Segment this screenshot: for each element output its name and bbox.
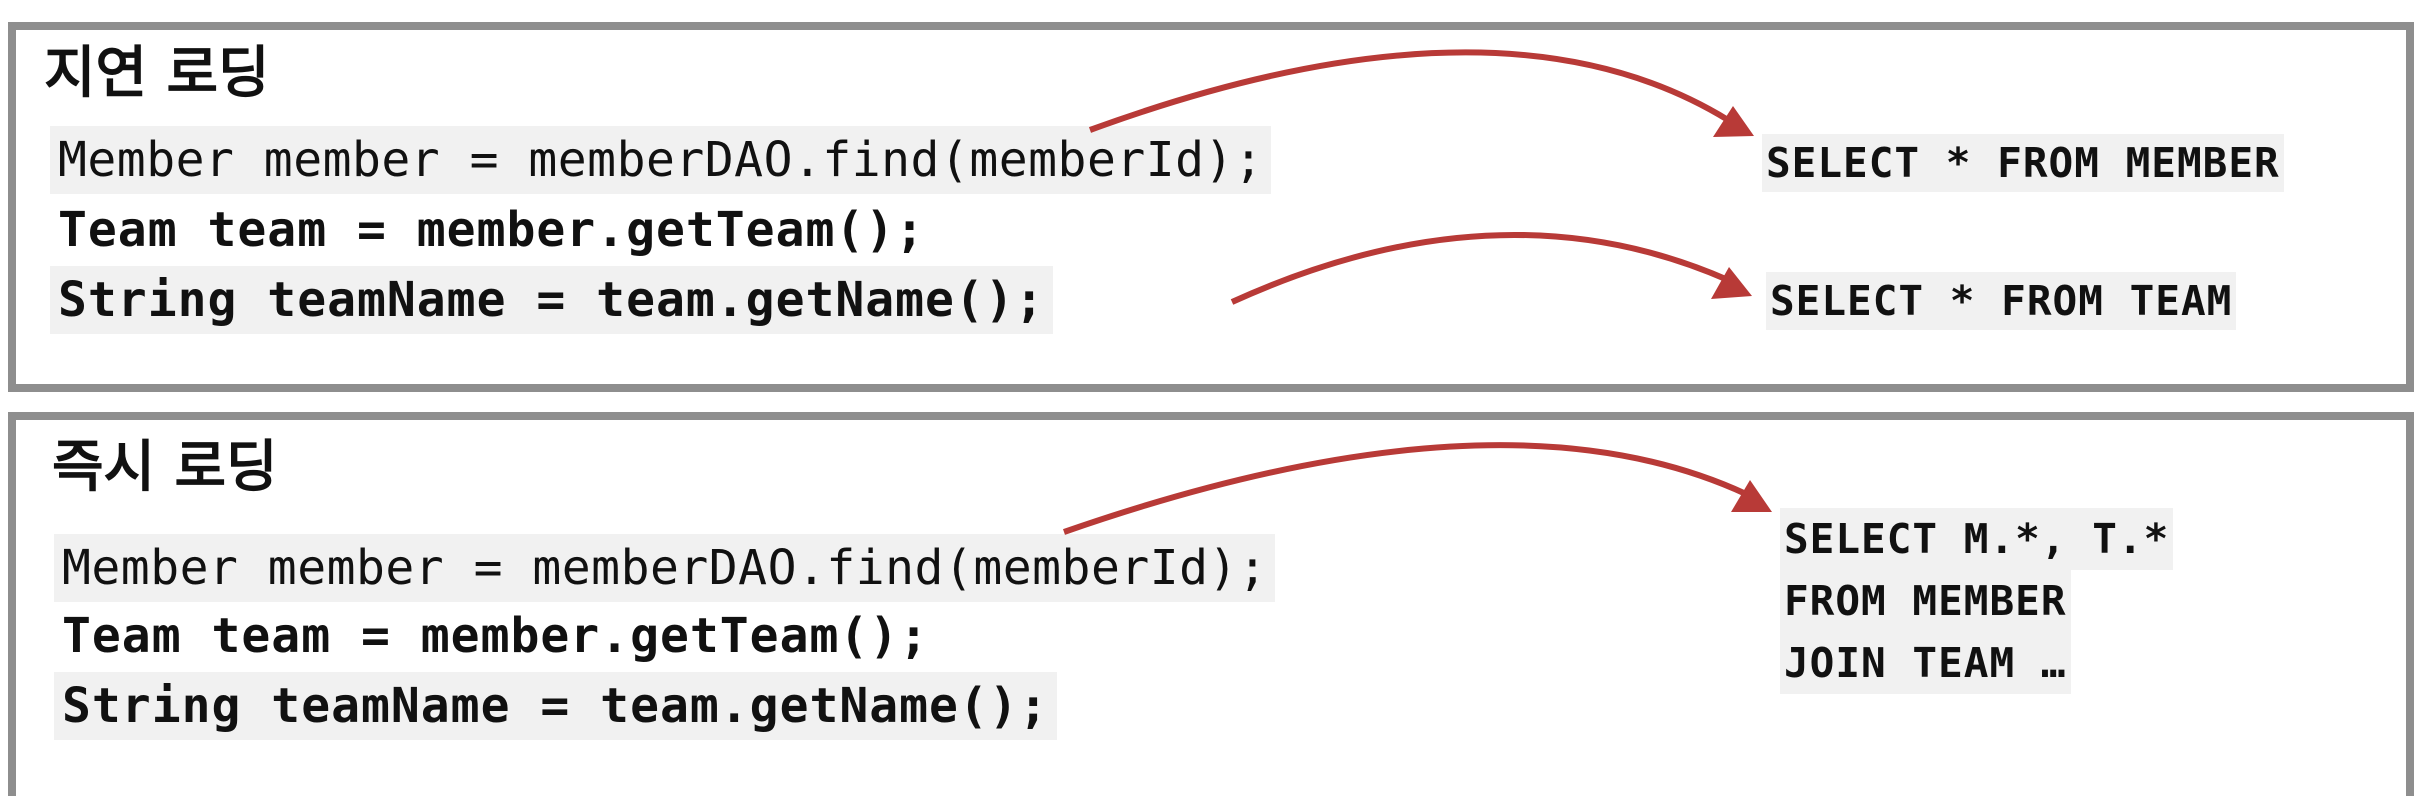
eager-sql-line-2: FROM MEMBER bbox=[1780, 570, 2071, 632]
lazy-code-line-3: String teamName = team.getName(); bbox=[50, 266, 1053, 334]
lazy-loading-heading: 지연 로딩 bbox=[44, 41, 270, 106]
eager-loading-heading: 즉시 로딩 bbox=[52, 435, 278, 500]
eager-code-line-2: Team team = member.getTeam(); bbox=[62, 608, 930, 664]
lazy-code-line-2: Team team = member.getTeam(); bbox=[58, 202, 926, 258]
eager-sql-line-3: JOIN TEAM … bbox=[1780, 632, 2071, 694]
eager-code-line-3: String teamName = team.getName(); bbox=[54, 672, 1057, 740]
lazy-sql-team: SELECT * FROM TEAM bbox=[1766, 272, 2237, 330]
eager-sql-line-1: SELECT M.*, T.* bbox=[1780, 508, 2174, 570]
eager-code-line-1: Member member = memberDAO.find(memberId)… bbox=[54, 534, 1276, 602]
lazy-sql-member: SELECT * FROM MEMBER bbox=[1762, 134, 2284, 192]
lazy-code-line-1: Member member = memberDAO.find(memberId)… bbox=[50, 126, 1272, 194]
